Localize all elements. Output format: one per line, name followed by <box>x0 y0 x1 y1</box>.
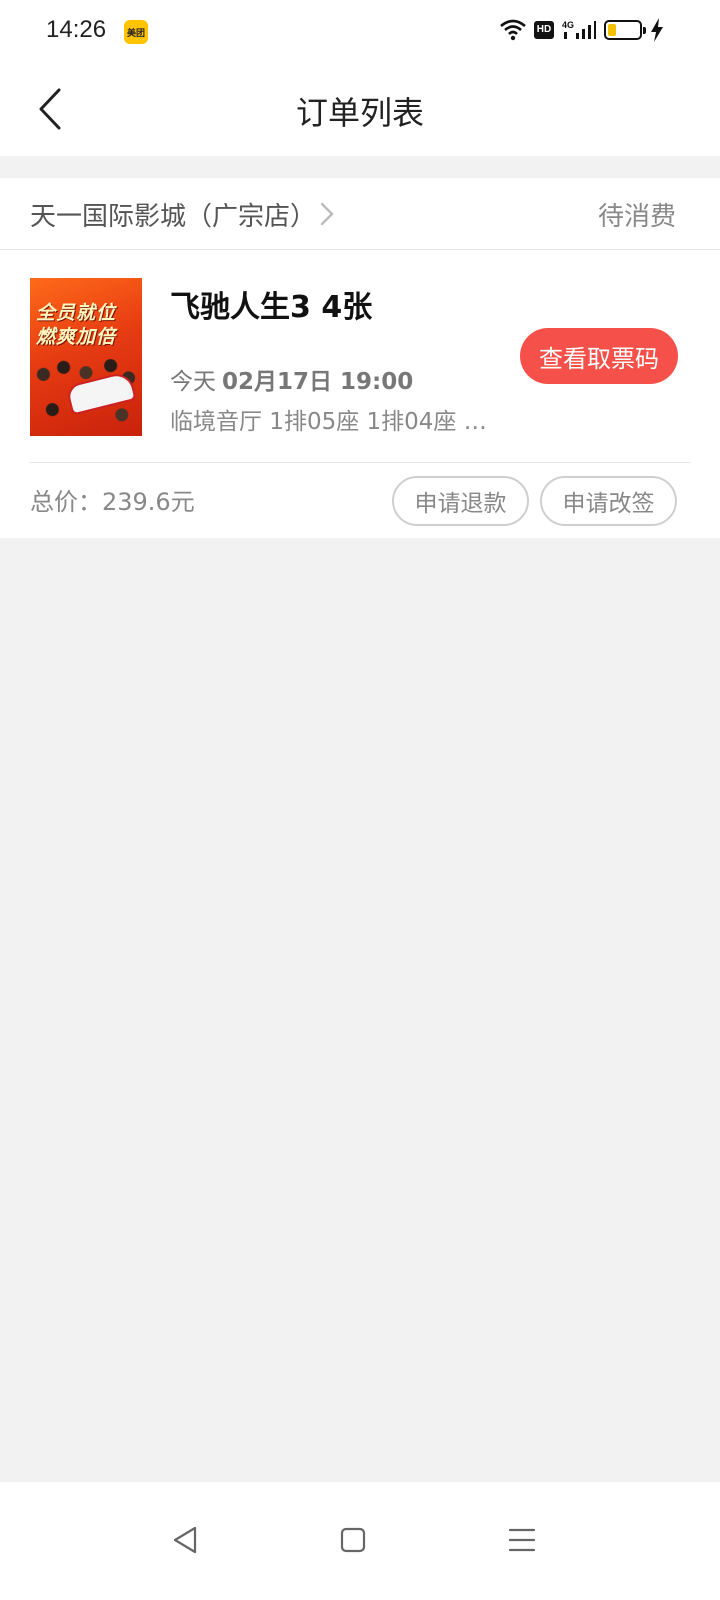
hd-icon: HD <box>534 21 554 39</box>
order-card[interactable]: 天一国际影城（广宗店） 待消费 全员就位 燃爽加倍 飞驰人生3 4张 今天 02月… <box>0 178 720 538</box>
total-price: 总价：239.6元 <box>30 488 195 516</box>
system-nav-bar <box>0 1482 720 1600</box>
cinema-name: 天一国际影城（广宗店） <box>30 202 317 232</box>
signal-icon: 4G <box>562 19 596 41</box>
meituan-app-icon: 美团 <box>124 20 148 44</box>
triangle-back-icon <box>173 1526 197 1554</box>
cinema-row[interactable]: 天一国际影城（广宗店） 待消费 <box>0 178 720 250</box>
show-day: 今天 <box>170 369 216 395</box>
system-home-button[interactable] <box>323 1510 383 1570</box>
page-title: 订单列表 <box>295 94 424 132</box>
view-ticket-code-button[interactable]: 查看取票码 <box>520 328 678 384</box>
menu-lines-icon <box>508 1528 536 1552</box>
movie-title: 飞驰人生3 4张 <box>170 290 373 325</box>
svg-text:4G: 4G <box>562 20 574 30</box>
request-refund-button[interactable]: 申请退款 <box>392 476 529 526</box>
seat-info: 临境音厅 1排05座 1排04座 1… <box>170 409 490 435</box>
card-divider <box>30 462 690 463</box>
system-recents-button[interactable] <box>492 1510 552 1570</box>
chevron-right-icon <box>320 202 334 230</box>
show-time: 今天 02月17日 19:00 <box>170 362 413 396</box>
poster-tagline-1: 全员就位 <box>36 302 117 324</box>
status-time: 14:26 <box>46 16 107 43</box>
charging-icon <box>650 18 664 42</box>
show-datetime: 02月17日 19:00 <box>222 369 414 395</box>
system-back-button[interactable] <box>155 1510 215 1570</box>
request-change-button[interactable]: 申请改签 <box>540 476 677 526</box>
poster-tagline-2: 燃爽加倍 <box>36 326 117 348</box>
order-status: 待消费 <box>597 202 676 232</box>
battery-icon <box>604 20 646 40</box>
status-bar: 14:26 美团 HD 4G <box>0 0 720 62</box>
movie-poster[interactable]: 全员就位 燃爽加倍 <box>30 278 142 436</box>
square-home-icon <box>340 1527 366 1553</box>
nav-header: 订单列表 <box>0 62 720 156</box>
wifi-icon <box>500 19 526 41</box>
status-indicators: HD 4G <box>500 18 664 42</box>
